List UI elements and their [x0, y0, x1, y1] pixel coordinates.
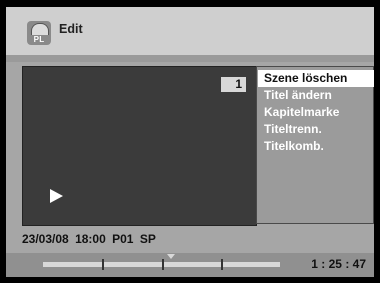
- menu-item-kapitelmarke[interactable]: Kapitelmarke: [258, 104, 374, 121]
- menu-item-szene-loeschen[interactable]: Szene löschen: [258, 70, 374, 87]
- elapsed-time: 1 : 25 : 47: [311, 257, 366, 271]
- disc-shape: [31, 23, 49, 35]
- scene-number-badge: 1: [221, 77, 246, 92]
- recording-info: 23/03/08 18:00 P01 SP: [22, 232, 156, 246]
- program-number: P01: [112, 232, 134, 246]
- playlist-disc-icon: PL: [27, 21, 51, 45]
- progress-track[interactable]: [43, 254, 280, 270]
- edit-menu: Szene löschen Titel ändern Kapitelmarke …: [256, 66, 374, 224]
- timeline-bar: 1 : 25 : 47: [6, 253, 374, 277]
- chapter-tick: [221, 259, 223, 270]
- page-title: Edit: [59, 22, 83, 36]
- menu-item-titeltrenn[interactable]: Titeltrenn.: [258, 121, 374, 138]
- record-time: 18:00: [75, 232, 106, 246]
- chapter-tick: [162, 259, 164, 270]
- edit-screen: PL Edit 1 Szene löschen Titel ändern Kap…: [6, 7, 374, 277]
- menu-item-titel-aendern[interactable]: Titel ändern: [258, 87, 374, 104]
- menu-item-titelkomb[interactable]: Titelkomb.: [258, 138, 374, 155]
- position-marker-icon: [167, 254, 175, 259]
- record-mode: SP: [139, 232, 156, 246]
- playlist-icon-label: PL: [33, 35, 45, 44]
- main-panel: 1 Szene löschen Titel ändern Kapitelmark…: [6, 62, 374, 277]
- header-divider: [6, 55, 374, 62]
- header-bar: PL Edit: [6, 7, 374, 55]
- chapter-tick: [102, 259, 104, 270]
- video-preview: 1: [22, 66, 257, 226]
- record-date: 23/03/08: [22, 232, 69, 246]
- play-icon: [50, 189, 63, 203]
